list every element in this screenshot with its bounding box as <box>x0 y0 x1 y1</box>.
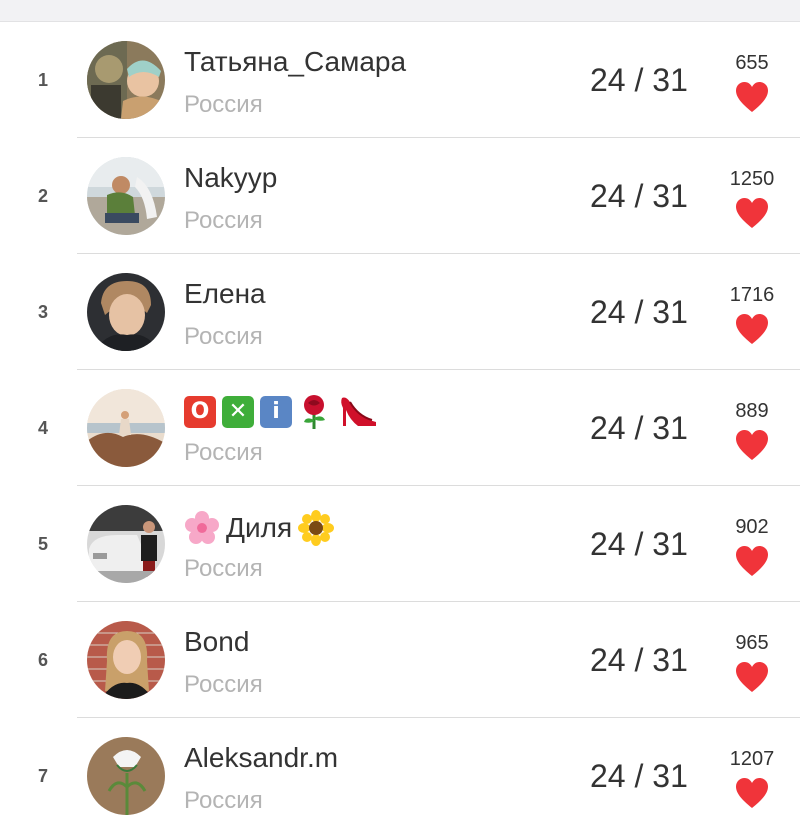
leaderboard-list: 1 Татьяна_Самара Россия 24 / 31 655 2 Na… <box>0 22 800 834</box>
top-bar <box>0 0 800 22</box>
avatar[interactable] <box>87 505 165 583</box>
avatar[interactable] <box>87 389 165 467</box>
user-country: Россия <box>184 91 263 118</box>
like-count: 655 <box>735 52 769 74</box>
rank-number: 6 <box>38 650 49 670</box>
list-item[interactable]: 3 Елена Россия 24 / 31 1716 <box>0 254 800 370</box>
user-name[interactable]: Диля <box>184 510 335 546</box>
like-count: 1250 <box>729 168 775 190</box>
user-country: Россия <box>184 787 263 814</box>
rank-number: 1 <box>38 70 49 90</box>
heart-icon[interactable] <box>735 661 769 693</box>
heart-icon[interactable] <box>735 429 769 461</box>
user-name[interactable]: Bond <box>184 626 249 658</box>
list-item[interactable]: 6 Bond Россия 24 / 31 965 <box>0 602 800 718</box>
list-item[interactable]: 4 O ✕ i Россия 24 / 31 889 <box>0 370 800 486</box>
avatar[interactable] <box>87 273 165 351</box>
score: 24 / 31 <box>590 178 688 214</box>
ok-letter-x: ✕ <box>222 396 254 428</box>
like-count: 1207 <box>729 748 775 770</box>
like-count: 902 <box>735 516 769 538</box>
rank-number: 5 <box>38 534 49 554</box>
heart-icon[interactable] <box>735 81 769 113</box>
score: 24 / 31 <box>590 294 688 330</box>
score: 24 / 31 <box>590 526 688 562</box>
avatar[interactable] <box>87 41 165 119</box>
list-item[interactable]: 2 Nakyyp Россия 24 / 31 1250 <box>0 138 800 254</box>
user-name[interactable]: Елена <box>184 278 266 310</box>
heart-icon[interactable] <box>735 313 769 345</box>
rank-number: 7 <box>38 766 49 786</box>
like-count: 965 <box>735 632 769 654</box>
list-item[interactable]: 5 Диля Россия 24 / 31 902 <box>0 486 800 602</box>
high-heel-icon <box>341 397 376 426</box>
user-country: Россия <box>184 555 263 582</box>
user-country: Россия <box>184 207 263 234</box>
ok-letter-i: i <box>260 396 292 428</box>
sunflower-icon <box>298 510 335 546</box>
avatar[interactable] <box>87 737 165 815</box>
score: 24 / 31 <box>590 758 688 794</box>
user-name[interactable]: Nakyyp <box>184 162 277 194</box>
user-name[interactable]: O ✕ i <box>184 394 378 430</box>
rank-number: 3 <box>38 302 49 322</box>
rank-number: 4 <box>38 418 49 438</box>
avatar[interactable] <box>87 621 165 699</box>
user-name[interactable]: Aleksandr.m <box>184 742 338 774</box>
heart-icon[interactable] <box>735 197 769 229</box>
like-count: 889 <box>735 400 769 422</box>
user-country: Россия <box>184 439 263 466</box>
score: 24 / 31 <box>590 642 688 678</box>
score: 24 / 31 <box>590 62 688 98</box>
rose-icon <box>304 395 325 429</box>
score: 24 / 31 <box>590 410 688 446</box>
user-country: Россия <box>184 671 263 698</box>
list-item[interactable]: 7 Aleksandr.m Россия 24 / 31 1207 <box>0 718 800 834</box>
heart-icon[interactable] <box>735 545 769 577</box>
user-country: Россия <box>184 323 263 350</box>
heart-icon[interactable] <box>735 777 769 809</box>
user-name[interactable]: Татьяна_Самара <box>184 46 406 78</box>
ok-letter-o: O <box>184 396 216 428</box>
like-count: 1716 <box>729 284 775 306</box>
avatar[interactable] <box>87 157 165 235</box>
rank-number: 2 <box>38 186 49 206</box>
list-item[interactable]: 1 Татьяна_Самара Россия 24 / 31 655 <box>0 22 800 138</box>
cherry-blossom-icon <box>185 511 219 544</box>
